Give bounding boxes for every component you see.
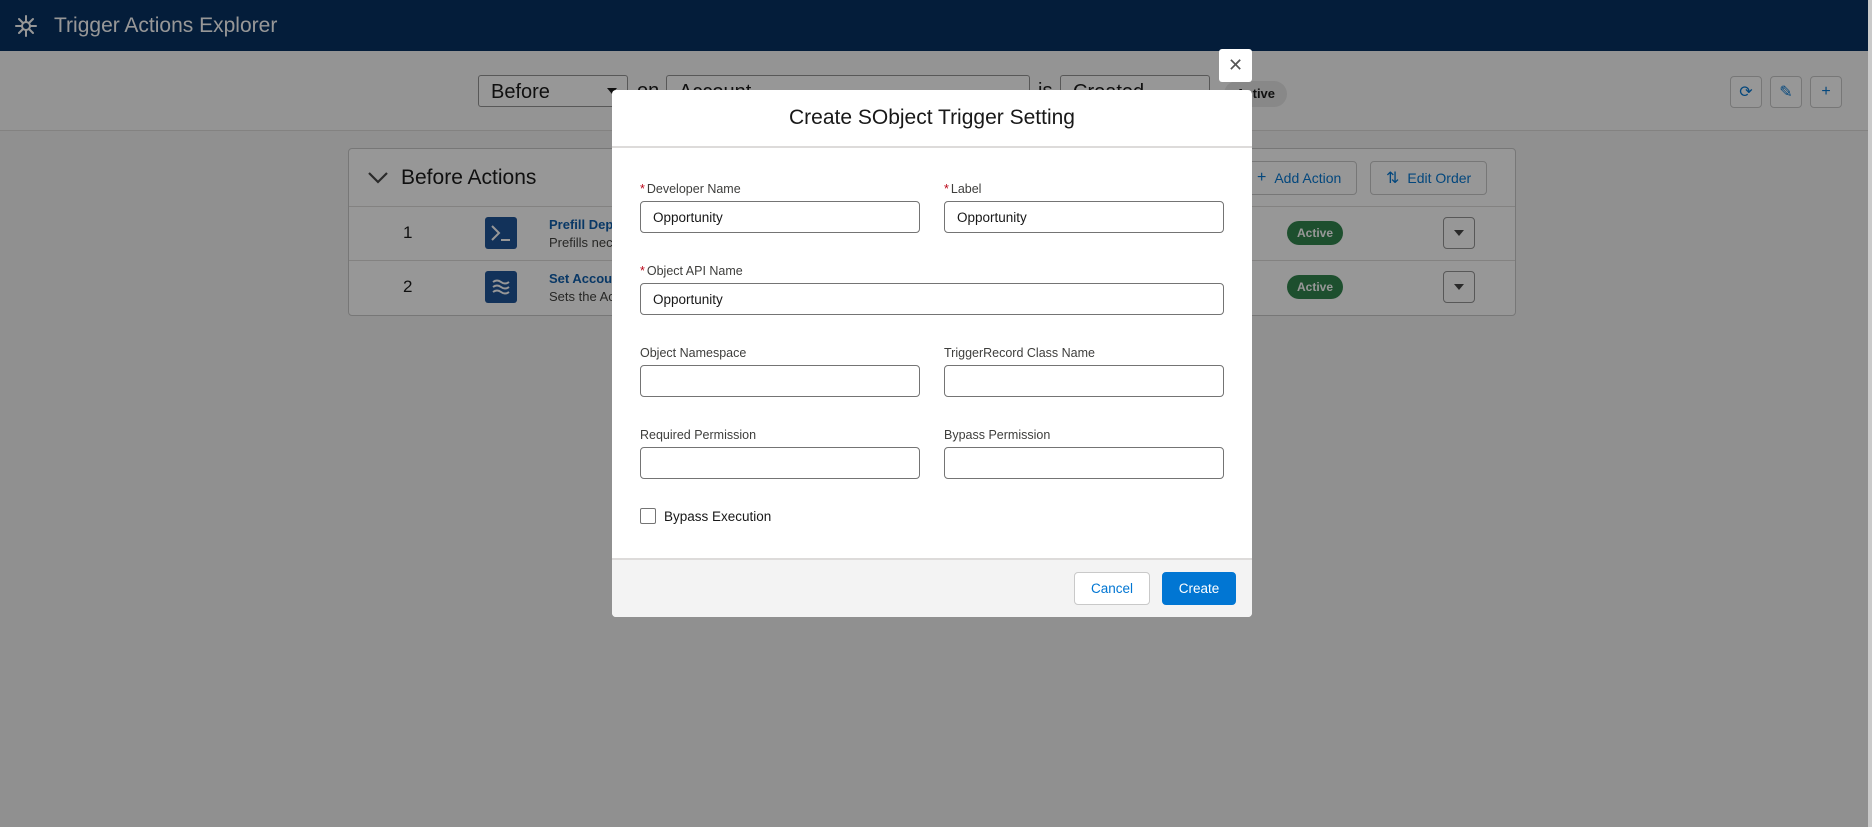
label-input[interactable]: Opportunity — [944, 201, 1224, 233]
developer-name-field: * Developer Name Opportunity — [640, 182, 920, 233]
bypass-permission-field: Bypass Permission — [944, 428, 1224, 479]
required-marker: * — [640, 182, 645, 196]
label-field: * Label Opportunity — [944, 182, 1224, 233]
object-api-name-field: * Object API Name Opportunity — [640, 264, 1224, 315]
required-permission-field: Required Permission — [640, 428, 920, 479]
close-button[interactable]: ✕ — [1219, 49, 1252, 82]
label-label: * Label — [944, 182, 1224, 197]
required-permission-label: Required Permission — [640, 428, 757, 442]
create-button[interactable]: Create — [1162, 572, 1236, 605]
required-marker: * — [640, 264, 645, 278]
bypass-execution-checkbox[interactable] — [640, 508, 656, 524]
trigger-record-class-input[interactable] — [944, 365, 1224, 397]
create-trigger-setting-modal: Create SObject Trigger Setting * Develope… — [612, 90, 1252, 617]
bypass-permission-label: Bypass Permission — [944, 428, 1051, 442]
scrollbar[interactable] — [1868, 0, 1872, 827]
label-label-text: Label — [950, 182, 982, 196]
object-namespace-input[interactable] — [640, 365, 920, 397]
object-api-name-label: * Object API Name — [640, 264, 1224, 279]
modal-footer: Cancel Create — [612, 558, 1252, 617]
bypass-execution-row: Bypass Execution — [640, 508, 771, 524]
bypass-execution-label: Bypass Execution — [664, 508, 772, 524]
modal-title: Create SObject Trigger Setting — [789, 106, 1075, 129]
trigger-record-class-label: TriggerRecord Class Name — [944, 346, 1095, 360]
modal-header: Create SObject Trigger Setting — [612, 90, 1252, 148]
cancel-button[interactable]: Cancel — [1074, 572, 1150, 605]
required-permission-input[interactable] — [640, 447, 920, 479]
object-namespace-label: Object Namespace — [640, 346, 747, 360]
trigger-record-class-field: TriggerRecord Class Name — [944, 346, 1224, 397]
close-icon: ✕ — [1227, 55, 1244, 75]
bypass-permission-input[interactable] — [944, 447, 1224, 479]
developer-name-label: * Developer Name — [640, 182, 920, 197]
developer-name-input[interactable]: Opportunity — [640, 201, 920, 233]
developer-name-label-text: Developer Name — [646, 182, 741, 196]
object-namespace-field: Object Namespace — [640, 346, 920, 397]
object-api-name-input[interactable]: Opportunity — [640, 283, 1224, 315]
object-api-name-label-text: Object API Name — [646, 264, 743, 278]
required-marker: * — [944, 182, 949, 196]
